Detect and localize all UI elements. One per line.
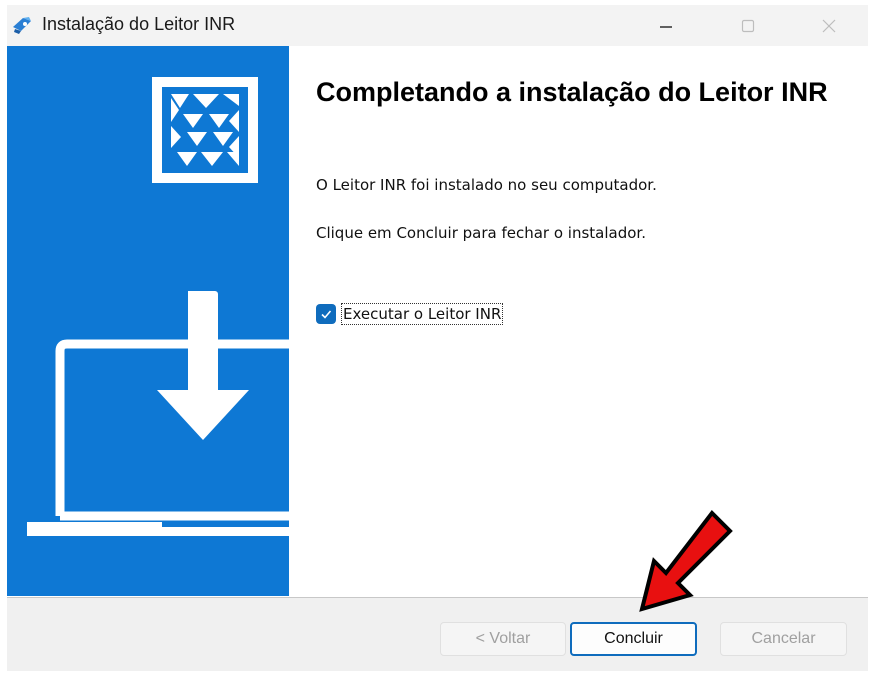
- wizard-side-panel: [7, 46, 289, 596]
- finish-button[interactable]: Concluir: [570, 622, 697, 656]
- window-title: Instalação do Leitor INR: [42, 14, 236, 34]
- run-app-checkbox-row[interactable]: Executar o Leitor INR: [316, 303, 504, 325]
- minimize-icon: [660, 25, 672, 28]
- laptop-icon: [27, 339, 289, 536]
- page-heading: Completando a instalação do Leitor INR: [316, 77, 828, 107]
- installer-app-icon: [13, 17, 31, 34]
- red-pointer-arrow-icon: [639, 509, 733, 612]
- minimize-button[interactable]: [637, 5, 695, 46]
- run-app-checkbox[interactable]: [316, 304, 336, 324]
- finish-instruction: Clique em Concluir para fechar o instala…: [316, 224, 646, 242]
- close-icon: [822, 19, 836, 32]
- title-bar: Instalação do Leitor INR: [7, 5, 868, 46]
- download-arrow-icon: [157, 286, 249, 440]
- inr-logo-icon: [152, 77, 258, 183]
- checkmark-icon: [321, 310, 332, 319]
- close-button[interactable]: [800, 5, 858, 46]
- install-illustration: [27, 77, 289, 536]
- back-button[interactable]: < Voltar: [440, 622, 566, 656]
- installed-message: O Leitor INR foi instalado no seu comput…: [316, 176, 657, 194]
- cancel-button[interactable]: Cancelar: [720, 622, 847, 656]
- maximize-button[interactable]: [719, 5, 777, 46]
- run-app-checkbox-label[interactable]: Executar o Leitor INR: [341, 303, 504, 325]
- installer-window: Instalação do Leitor INR Completando a i…: [0, 0, 875, 678]
- maximize-icon: [741, 19, 755, 32]
